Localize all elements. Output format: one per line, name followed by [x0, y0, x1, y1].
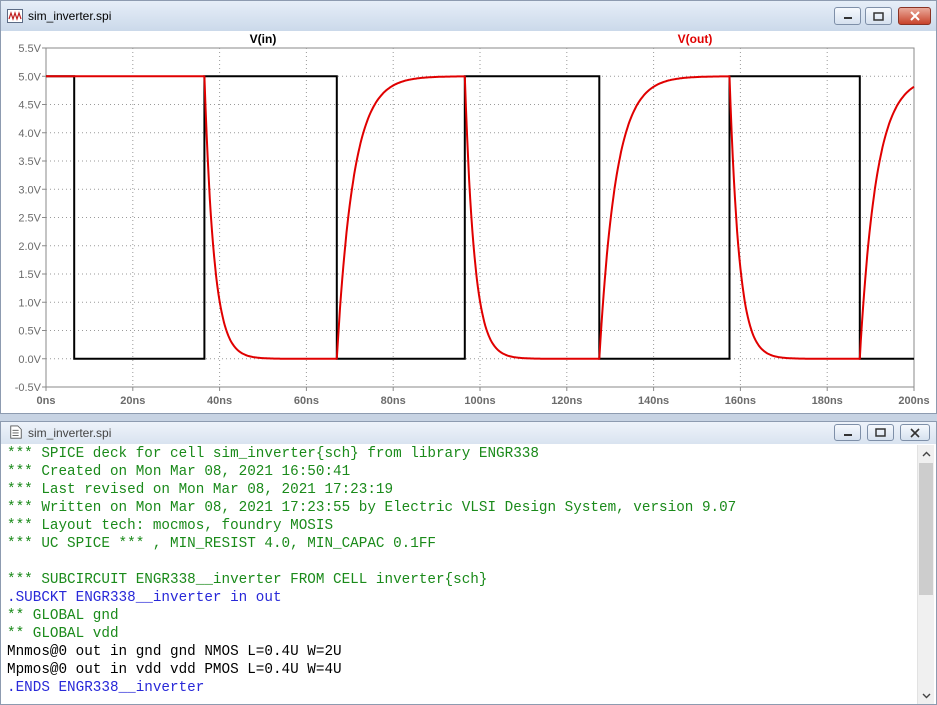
y-tick-label: 5.5V: [18, 43, 41, 55]
x-tick-label: 180ns: [812, 395, 843, 407]
scroll-down-button[interactable]: [918, 687, 935, 704]
legend-vin-label[interactable]: V(in): [250, 32, 277, 46]
netlist-line: *** SPICE deck for cell sim_inverter{sch…: [7, 446, 539, 462]
y-tick-label: 4.5V: [18, 100, 41, 112]
y-tick-label: 2.5V: [18, 213, 41, 225]
netlist-line: Mpmos@0 out in vdd vdd PMOS L=0.4U W=4U: [7, 662, 342, 678]
x-tick-label: 60ns: [294, 395, 319, 407]
close-icon: [910, 427, 920, 438]
x-tick-label: 20ns: [120, 395, 145, 407]
waveform-app-icon: [7, 9, 23, 23]
waveform-titlebar[interactable]: sim_inverter.spi: [1, 1, 936, 31]
x-tick-label: 120ns: [551, 395, 582, 407]
y-tick-label: 0.5V: [18, 326, 41, 338]
netlist-line: *** Layout tech: mocmos, foundry MOSIS: [7, 518, 334, 534]
chevron-up-icon: [922, 451, 931, 456]
netlist-window-title: sim_inverter.spi: [28, 426, 112, 440]
y-tick-label: 5.0V: [18, 71, 41, 83]
minimize-icon: [843, 17, 852, 19]
netlist-line: ** GLOBAL gnd: [7, 608, 119, 624]
netlist-line: *** Last revised on Mon Mar 08, 2021 17:…: [7, 482, 394, 498]
netlist-line: .ENDS ENGR338__inverter: [7, 680, 205, 696]
y-tick-label: 1.5V: [18, 269, 41, 281]
close-button[interactable]: [898, 7, 931, 25]
chevron-down-icon: [922, 693, 931, 698]
vertical-scrollbar[interactable]: [917, 445, 934, 704]
netlist-window[interactable]: sim_inverter.spi *** SPICE deck for cell…: [0, 421, 937, 705]
netlist-line: *** SUBCIRCUIT ENGR338__inverter FROM CE…: [7, 572, 488, 588]
y-tick-label: 3.5V: [18, 156, 41, 168]
netlist-line: *** UC SPICE *** , MIN_RESIST 4.0, MIN_C…: [7, 536, 436, 552]
netlist-titlebar[interactable]: sim_inverter.spi: [1, 422, 936, 444]
waveform-window[interactable]: sim_inverter.spi -0.5V 0.0V 0.5V 1.0V 1.5V 2.…: [0, 0, 937, 414]
maximize-icon: [875, 428, 886, 437]
netlist-maximize-button[interactable]: [867, 424, 894, 441]
minimize-icon: [843, 433, 852, 436]
x-tick-label: 140ns: [638, 395, 669, 407]
netlist-text[interactable]: *** SPICE deck for cell sim_inverter{sch…: [7, 445, 914, 704]
legend-vout-label[interactable]: V(out): [678, 32, 713, 46]
maximize-button[interactable]: [865, 7, 892, 25]
netlist-line: [7, 553, 914, 571]
waveform-window-title: sim_inverter.spi: [28, 9, 112, 23]
scroll-up-button[interactable]: [918, 445, 935, 462]
y-tick-label: 2.0V: [18, 241, 41, 253]
close-icon: [909, 11, 920, 21]
x-tick-label: 200ns: [898, 395, 929, 407]
netlist-line: ** GLOBAL vdd: [7, 626, 119, 642]
y-tick-label: 3.0V: [18, 184, 41, 196]
document-icon: [10, 425, 22, 439]
netlist-minimize-button[interactable]: [834, 424, 861, 441]
netlist-close-button[interactable]: [900, 424, 930, 441]
netlist-line: *** Created on Mon Mar 08, 2021 16:50:41: [7, 464, 351, 480]
maximize-icon: [873, 11, 884, 21]
scrollbar-thumb[interactable]: [919, 463, 933, 595]
netlist-line: Mnmos@0 out in gnd gnd NMOS L=0.4U W=2U: [7, 644, 342, 660]
x-tick-label: 40ns: [207, 395, 232, 407]
minimize-button[interactable]: [834, 7, 861, 25]
x-tick-label: 80ns: [381, 395, 406, 407]
y-tick-label: 1.0V: [18, 297, 41, 309]
x-tick-label: 100ns: [464, 395, 495, 407]
waveform-plot[interactable]: -0.5V 0.0V 0.5V 1.0V 1.5V 2.0V 2.5V 3.0V 3.5V 4.0…: [1, 31, 936, 413]
x-tick-label: 160ns: [725, 395, 756, 407]
netlist-line: .SUBCKT ENGR338__inverter in out: [7, 590, 282, 606]
y-tick-label: -0.5V: [15, 382, 42, 394]
y-tick-label: 0.0V: [18, 354, 41, 366]
x-tick-label: 0ns: [37, 395, 56, 407]
y-tick-label: 4.0V: [18, 128, 41, 140]
netlist-line: *** Written on Mon Mar 08, 2021 17:23:55…: [7, 500, 737, 516]
